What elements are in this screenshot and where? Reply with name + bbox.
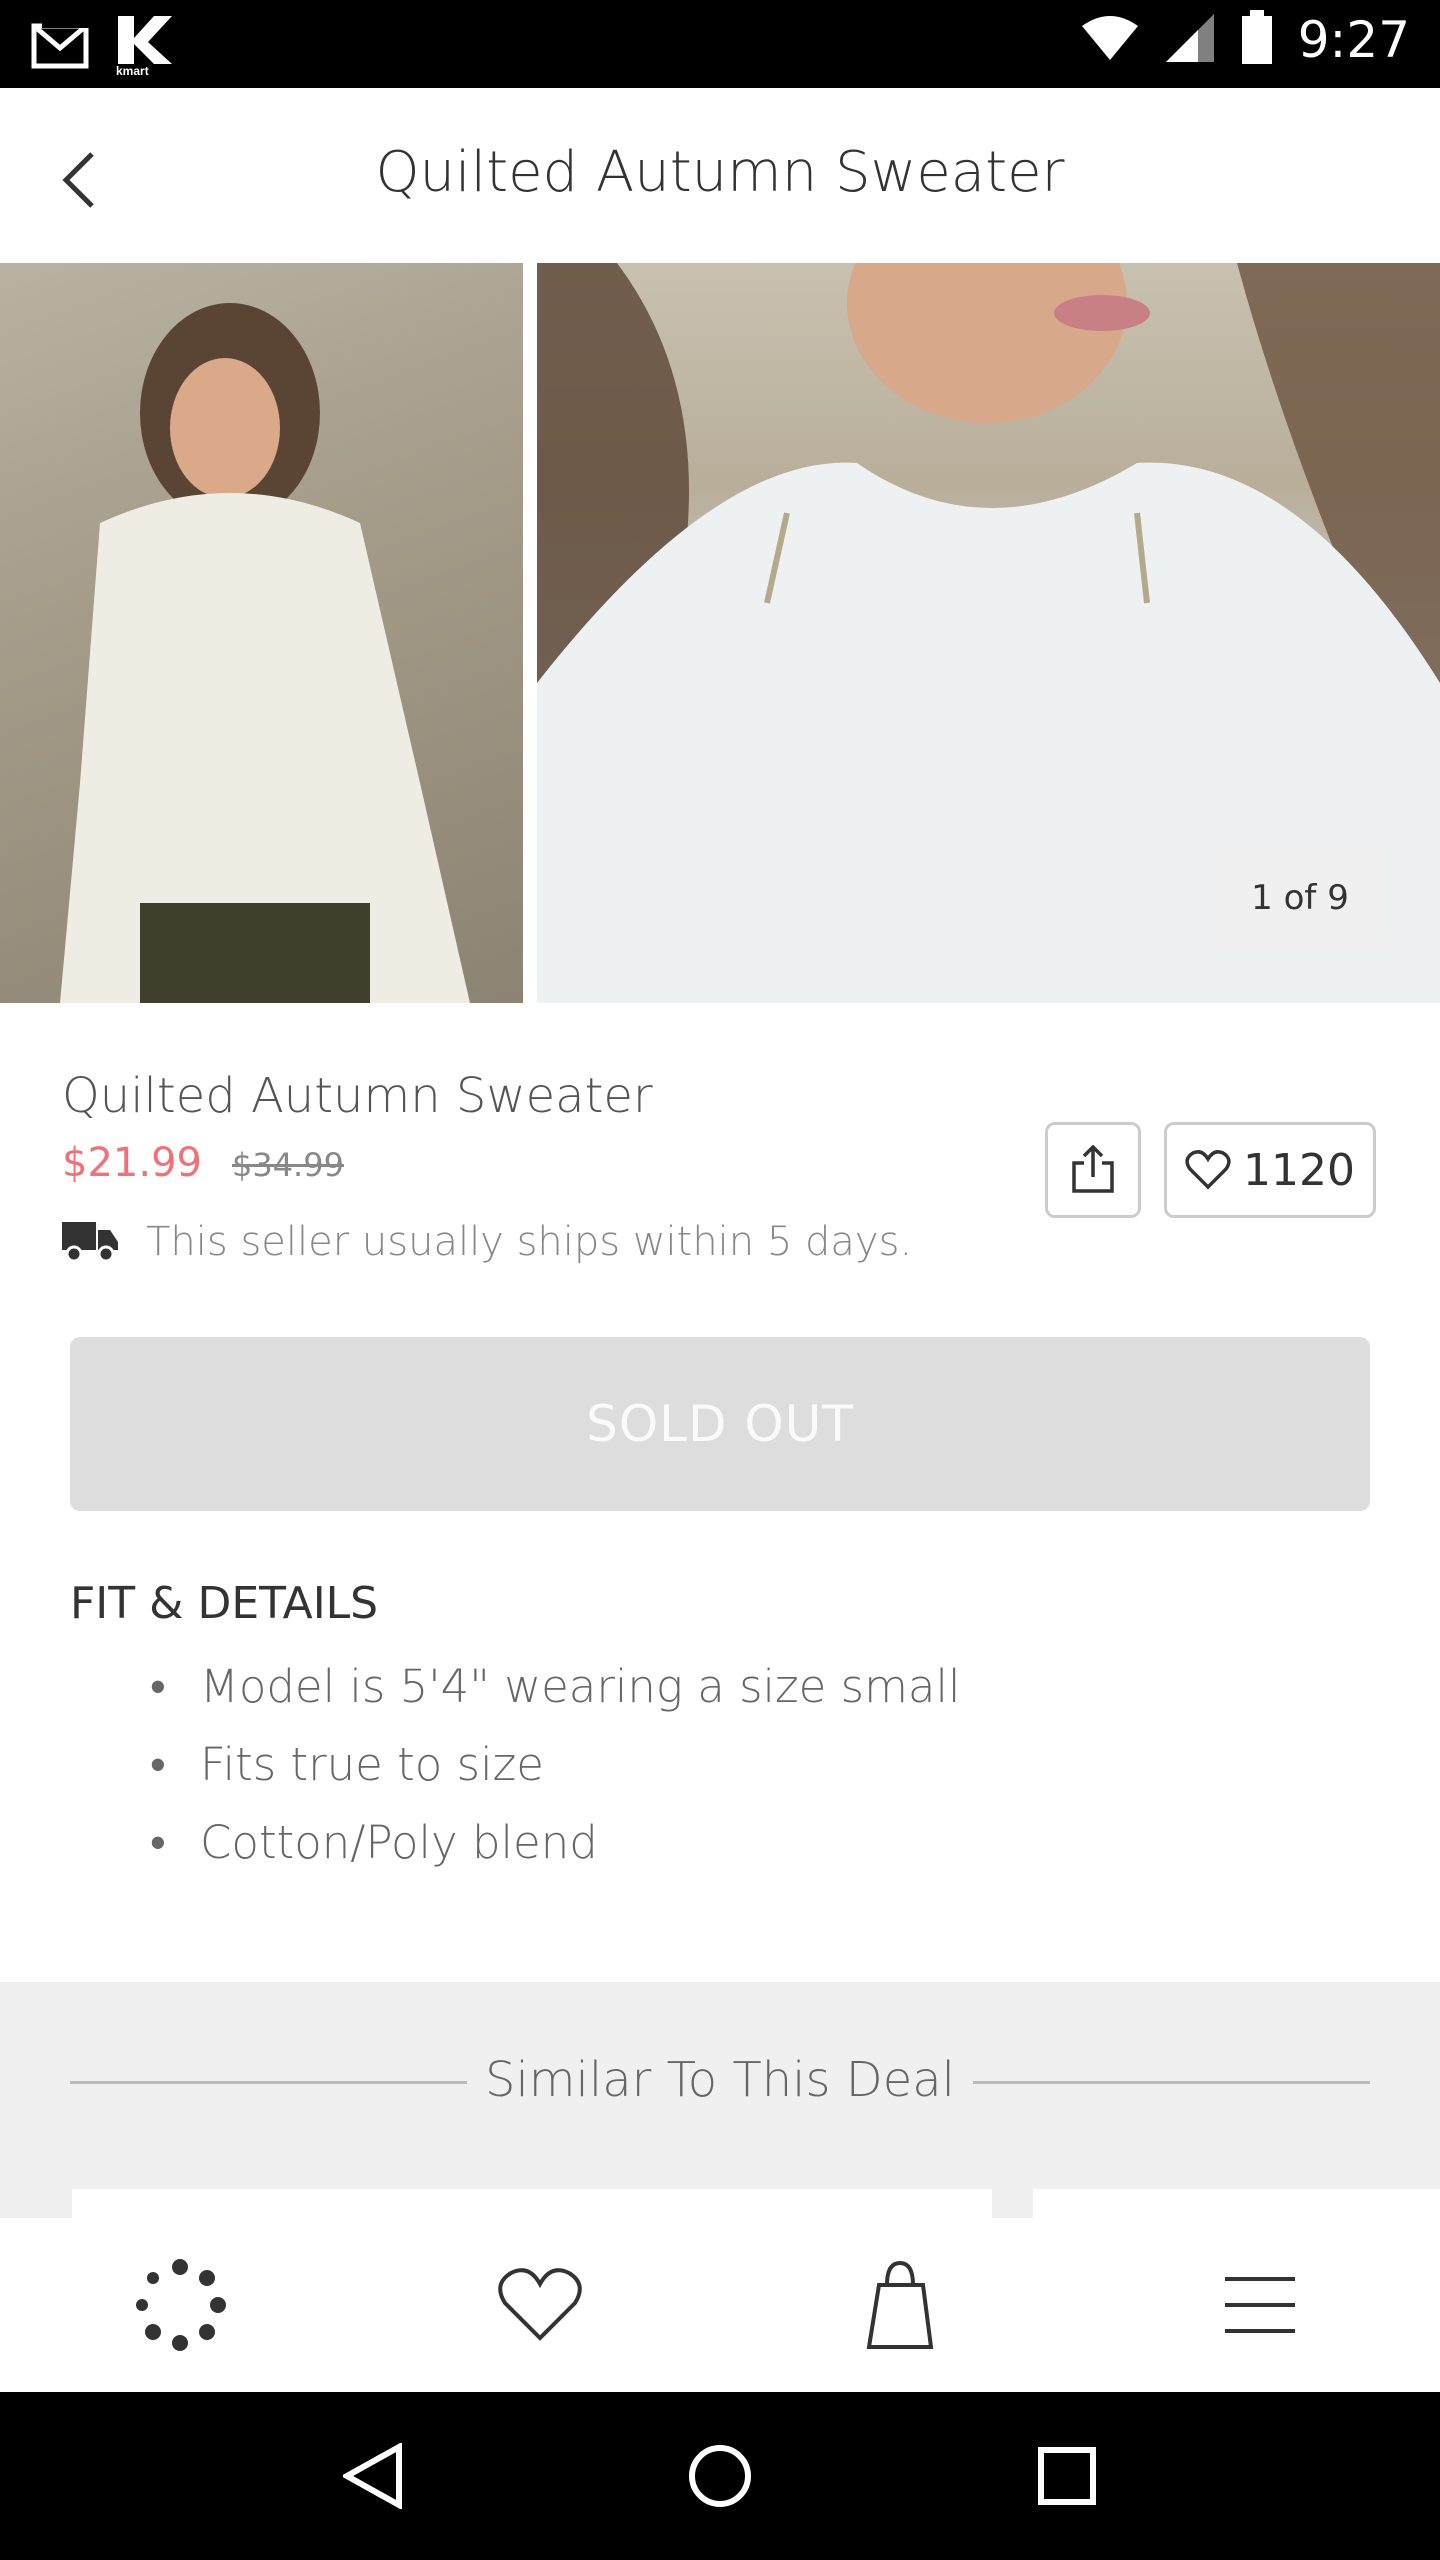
status-time: 9:27 <box>1297 11 1410 69</box>
heart-outline-icon <box>1185 1150 1231 1190</box>
list-item: Cotton/Poly blend <box>150 1816 961 1894</box>
shipping-info: This seller usually ships within 5 days. <box>62 1218 912 1266</box>
gmail-icon <box>30 16 94 76</box>
sold-out-button[interactable]: SOLD OUT <box>70 1337 1370 1511</box>
nav-menu[interactable] <box>1170 2218 1350 2392</box>
nav-favorites[interactable] <box>450 2218 630 2392</box>
fit-details-list: Model is 5'4" wearing a size small Fits … <box>150 1660 961 1894</box>
nav-cart[interactable] <box>810 2218 990 2392</box>
similar-deals-title: Similar To This Deal <box>484 2052 955 2108</box>
deals-icon <box>136 2259 226 2351</box>
divider-right <box>973 2081 1370 2084</box>
favorite-button[interactable]: 1120 <box>1164 1122 1376 1218</box>
recents-square-icon <box>1037 2447 1096 2505</box>
fit-details-heading: FIT & DETAILS <box>70 1578 379 1629</box>
system-back-button[interactable] <box>313 2416 433 2536</box>
wifi-icon <box>1080 14 1140 66</box>
page-title: Quilted Autumn Sweater <box>375 140 1065 205</box>
share-button[interactable] <box>1045 1122 1141 1218</box>
menu-icon <box>1225 2277 1295 2333</box>
image-divider <box>523 263 537 1003</box>
truck-icon <box>62 1218 118 1266</box>
kmart-logo-text: kmart <box>116 64 149 76</box>
similar-deal-card[interactable] <box>72 2189 992 2218</box>
kmart-icon: kmart <box>114 12 178 80</box>
shipping-text: This seller usually ships within 5 days. <box>146 1219 913 1265</box>
image-pager-badge: 1 of 9 <box>1213 846 1387 950</box>
nav-deals[interactable] <box>90 2218 270 2392</box>
similar-deal-card[interactable] <box>1033 2189 1440 2218</box>
bottom-navigation <box>0 2218 1440 2392</box>
list-item: Model is 5'4" wearing a size small <box>150 1660 961 1738</box>
system-navigation-bar <box>0 2392 1440 2560</box>
heart-icon <box>498 2268 582 2341</box>
share-icon <box>1072 1145 1114 1193</box>
signal-icon <box>1164 12 1216 68</box>
sale-price: $21.99 <box>62 1140 202 1186</box>
status-bar: kmart 9:27 <box>0 0 1440 88</box>
status-left-icons: kmart <box>30 12 178 80</box>
product-photo-full <box>0 263 523 1003</box>
list-item: Fits true to size <box>150 1738 961 1816</box>
product-image-gallery[interactable]: 1 of 9 <box>0 263 1440 1003</box>
home-circle-icon <box>688 2445 751 2507</box>
battery-icon <box>1240 10 1274 70</box>
price-row: $21.99 $34.99 <box>62 1140 344 1186</box>
app-header: Quilted Autumn Sweater <box>0 88 1440 263</box>
back-triangle-icon <box>343 2443 403 2509</box>
favorite-count: 1120 <box>1243 1144 1355 1196</box>
shopping-bag-icon <box>866 2260 934 2349</box>
status-right-icons: 9:27 <box>1080 10 1410 70</box>
original-price: $34.99 <box>231 1146 344 1184</box>
system-recents-button[interactable] <box>1007 2416 1127 2536</box>
similar-deals-section: Similar To This Deal <box>0 1982 1440 2218</box>
system-home-button[interactable] <box>660 2416 780 2536</box>
product-title: Quilted Autumn Sweater <box>62 1068 653 1124</box>
